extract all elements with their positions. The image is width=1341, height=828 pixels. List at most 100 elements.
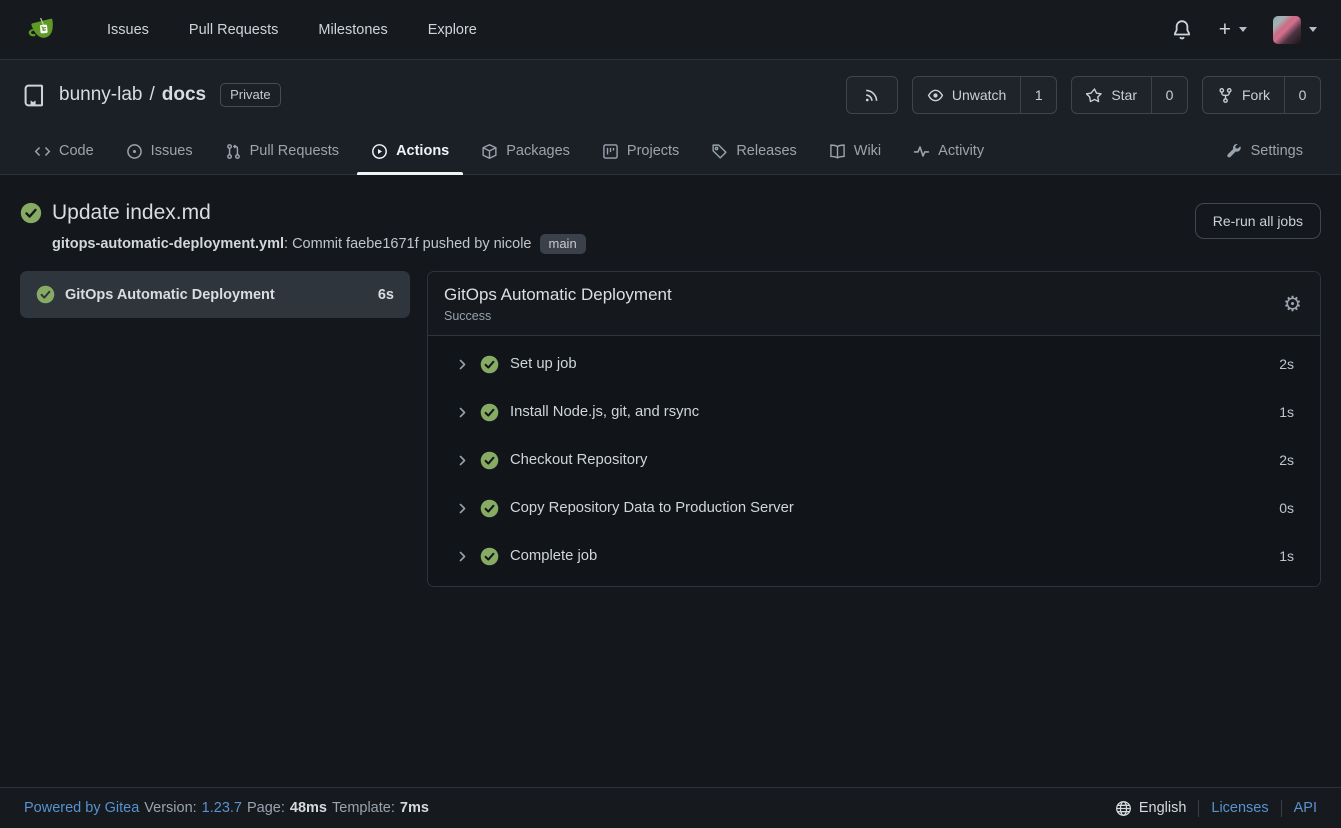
tab-issues[interactable]: Issues bbox=[112, 128, 207, 174]
step-name: Set up job bbox=[510, 356, 1268, 372]
gitea-cup-icon bbox=[24, 11, 61, 48]
star-button-group: Star 0 bbox=[1071, 76, 1188, 114]
success-check-icon bbox=[20, 202, 42, 224]
step-row-complete-job[interactable]: Complete job 1s bbox=[428, 532, 1320, 580]
api-link[interactable]: API bbox=[1294, 800, 1317, 816]
success-check-icon bbox=[480, 451, 499, 470]
jobs-sidebar: GitOps Automatic Deployment 6s bbox=[20, 271, 410, 318]
star-button[interactable]: Star bbox=[1072, 77, 1151, 113]
tab-label: Packages bbox=[506, 143, 570, 159]
page-time-label: Page: bbox=[247, 800, 285, 816]
page-time-value: 48ms bbox=[290, 800, 327, 816]
fork-label: Fork bbox=[1242, 87, 1270, 103]
step-name: Checkout Repository bbox=[510, 452, 1268, 468]
tab-label: Actions bbox=[396, 143, 449, 159]
tab-code[interactable]: Code bbox=[20, 128, 108, 174]
rss-button[interactable] bbox=[847, 77, 897, 113]
workflow-file-link[interactable]: gitops-automatic-deployment.yml bbox=[52, 236, 284, 252]
tab-label: Pull Requests bbox=[250, 143, 339, 159]
repo-header: bunny-lab / docs Private bbox=[0, 60, 1341, 175]
rss-icon bbox=[863, 87, 880, 104]
version-link[interactable]: 1.23.7 bbox=[202, 800, 242, 816]
rss-button-group bbox=[846, 76, 898, 114]
success-check-icon bbox=[480, 403, 499, 422]
tab-projects[interactable]: Projects bbox=[588, 128, 693, 174]
template-time-label: Template: bbox=[332, 800, 395, 816]
chevron-right-icon bbox=[456, 454, 469, 467]
language-selector[interactable]: English bbox=[1115, 800, 1187, 817]
notifications-button[interactable] bbox=[1171, 19, 1193, 41]
tab-actions[interactable]: Actions bbox=[357, 128, 463, 174]
template-time-value: 7ms bbox=[400, 800, 429, 816]
repo-path-separator: / bbox=[149, 84, 154, 106]
footer-divider bbox=[1198, 800, 1199, 817]
success-check-icon bbox=[36, 285, 55, 304]
rerun-all-jobs-button[interactable]: Re-run all jobs bbox=[1195, 203, 1321, 239]
step-row-install-nodejs-git-rsync[interactable]: Install Node.js, git, and rsync 1s bbox=[428, 388, 1320, 436]
tab-releases[interactable]: Releases bbox=[697, 128, 810, 174]
fork-count[interactable]: 0 bbox=[1284, 77, 1320, 113]
star-count[interactable]: 0 bbox=[1151, 77, 1187, 113]
repo-name-link[interactable]: docs bbox=[162, 84, 206, 106]
git-pull-request-icon bbox=[225, 143, 242, 160]
gear-icon[interactable]: ⚙ bbox=[1283, 294, 1302, 315]
nav-pull-requests[interactable]: Pull Requests bbox=[173, 12, 294, 48]
step-duration: 2s bbox=[1279, 356, 1294, 372]
powered-by-gitea-link[interactable]: Powered by Gitea bbox=[24, 800, 139, 816]
tab-label: Settings bbox=[1251, 143, 1303, 159]
user-menu[interactable] bbox=[1273, 16, 1317, 44]
step-row-set-up-job[interactable]: Set up job 2s bbox=[428, 340, 1320, 388]
fork-button[interactable]: Fork bbox=[1203, 77, 1284, 113]
gitea-logo[interactable] bbox=[24, 11, 61, 48]
step-name: Install Node.js, git, and rsync bbox=[510, 404, 1268, 420]
success-check-icon bbox=[480, 547, 499, 566]
play-circle-icon bbox=[371, 143, 388, 160]
chevron-right-icon bbox=[456, 550, 469, 563]
actions-run-view: Update index.md gitops-automatic-deploym… bbox=[0, 175, 1341, 794]
chevron-right-icon bbox=[456, 406, 469, 419]
watch-count[interactable]: 1 bbox=[1020, 77, 1056, 113]
tab-label: Releases bbox=[736, 143, 796, 159]
repo-title: bunny-lab / docs bbox=[59, 84, 206, 106]
repo-title-row: bunny-lab / docs Private bbox=[0, 76, 1341, 128]
unwatch-button[interactable]: Unwatch bbox=[913, 77, 1020, 113]
footer-divider bbox=[1281, 800, 1282, 817]
tab-wiki[interactable]: Wiki bbox=[815, 128, 895, 174]
watch-button-group: Unwatch 1 bbox=[912, 76, 1057, 114]
tab-packages[interactable]: Packages bbox=[467, 128, 584, 174]
branch-badge[interactable]: main bbox=[540, 234, 586, 254]
tab-label: Projects bbox=[627, 143, 679, 159]
tab-activity[interactable]: Activity bbox=[899, 128, 998, 174]
nav-right: + bbox=[1171, 16, 1317, 44]
fork-icon bbox=[1217, 87, 1234, 104]
repo-owner-link[interactable]: bunny-lab bbox=[59, 84, 142, 106]
nav-issues[interactable]: Issues bbox=[91, 12, 165, 48]
star-label: Star bbox=[1111, 87, 1137, 103]
commit-text: : Commit faebe1671f pushed by nicole bbox=[284, 236, 531, 252]
gitea-actions-page: Issues Pull Requests Milestones Explore … bbox=[0, 0, 1341, 794]
step-name: Copy Repository Data to Production Serve… bbox=[510, 500, 1268, 516]
tab-settings[interactable]: Settings bbox=[1212, 128, 1317, 174]
footer-left: Powered by Gitea Version: 1.23.7 Page: 4… bbox=[24, 800, 429, 816]
main-nav: Issues Pull Requests Milestones Explore bbox=[91, 12, 493, 48]
run-title-row: Update index.md bbox=[20, 201, 586, 225]
run-subtitle: gitops-automatic-deployment.yml : Commit… bbox=[52, 234, 586, 254]
project-icon bbox=[602, 143, 619, 160]
nav-explore[interactable]: Explore bbox=[412, 12, 493, 48]
chevron-down-icon bbox=[1239, 27, 1247, 32]
step-duration: 0s bbox=[1279, 500, 1294, 516]
nav-milestones[interactable]: Milestones bbox=[302, 12, 403, 48]
create-new-button[interactable]: + bbox=[1219, 19, 1247, 40]
job-steps-list: Set up job 2s Install Node.js, git, and … bbox=[428, 336, 1320, 586]
step-row-checkout-repository[interactable]: Checkout Repository 2s bbox=[428, 436, 1320, 484]
avatar bbox=[1273, 16, 1301, 44]
licenses-link[interactable]: Licenses bbox=[1211, 800, 1268, 816]
step-row-copy-repository-data[interactable]: Copy Repository Data to Production Serve… bbox=[428, 484, 1320, 532]
job-item-gitops-automatic-deployment[interactable]: GitOps Automatic Deployment 6s bbox=[20, 271, 410, 318]
tab-label: Code bbox=[59, 143, 94, 159]
chevron-down-icon bbox=[1309, 27, 1317, 32]
run-header: Update index.md gitops-automatic-deploym… bbox=[20, 201, 1321, 254]
tab-pull-requests[interactable]: Pull Requests bbox=[211, 128, 353, 174]
step-duration: 2s bbox=[1279, 452, 1294, 468]
tab-label: Issues bbox=[151, 143, 193, 159]
